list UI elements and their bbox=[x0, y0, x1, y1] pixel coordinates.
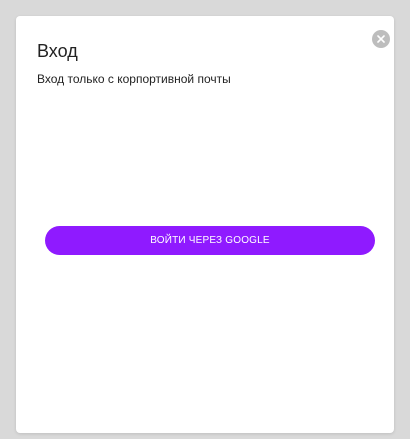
modal-title: Вход bbox=[37, 41, 78, 61]
close-button[interactable] bbox=[372, 30, 390, 48]
modal-subtitle: Вход только с корпортивной почты bbox=[37, 72, 231, 86]
login-modal: Вход Вход только с корпортивной почты ВО… bbox=[16, 16, 394, 433]
google-login-button[interactable]: ВОЙТИ ЧЕРЕЗ GOOGLE bbox=[45, 226, 375, 255]
close-icon bbox=[377, 35, 385, 43]
